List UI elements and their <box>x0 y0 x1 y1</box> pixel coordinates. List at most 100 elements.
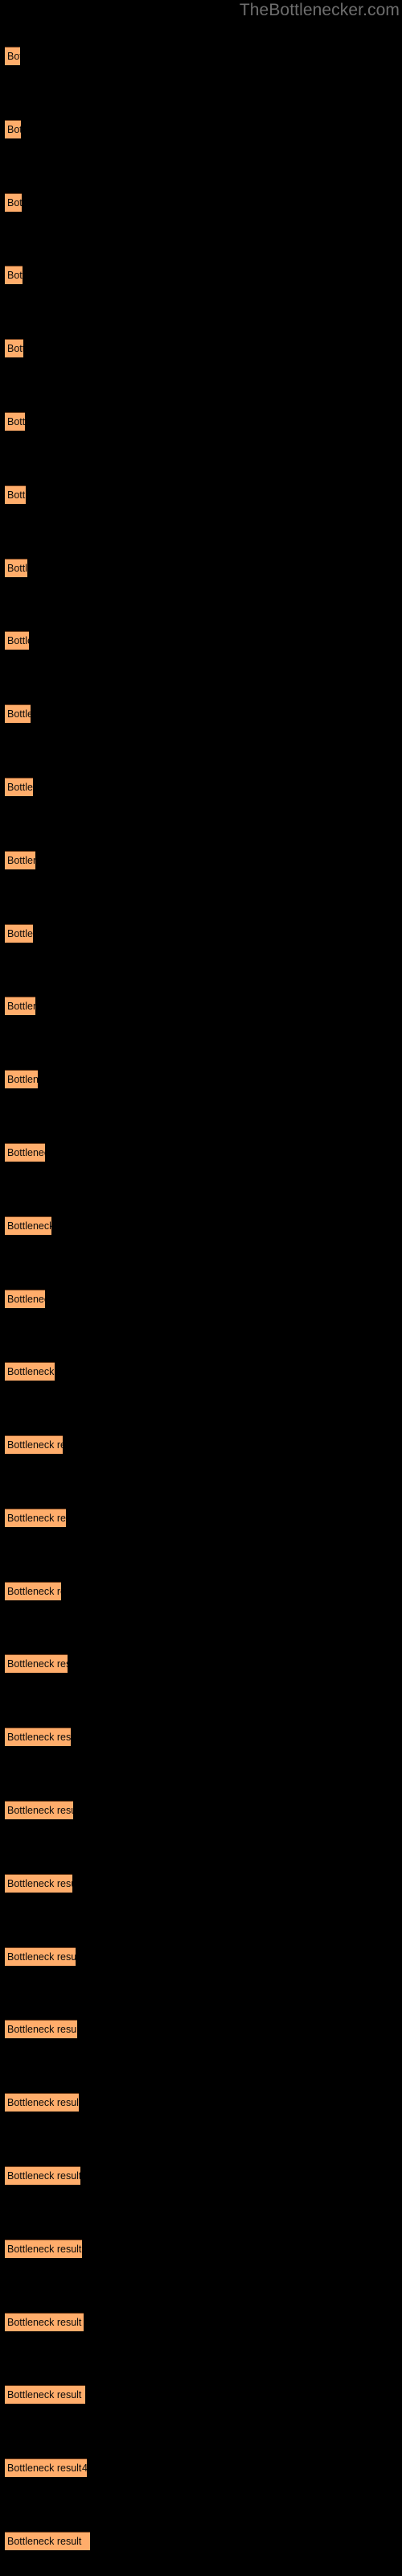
bar-label: Bottleneck result <box>7 1001 35 1012</box>
bar[interactable]: Bottleneck result <box>5 1654 68 1673</box>
bar-row[interactable]: Bottleneck result <box>5 193 22 212</box>
bar-row[interactable]: Bottleneck result <box>5 924 33 943</box>
bar-row[interactable]: Bottleneck result <box>5 485 26 504</box>
bar-label: Bottleneck result <box>7 1658 68 1670</box>
bar[interactable]: Bottleneck result <box>5 1216 51 1235</box>
bar-row[interactable]: Bottleneck result <box>5 851 35 869</box>
bar[interactable]: Bottleneck result <box>5 1874 72 1893</box>
bar-row[interactable]: Bottleneck result <box>5 559 27 577</box>
bar-label: Bottleneck result <box>7 1147 45 1158</box>
bar[interactable]: Bottleneck result <box>5 1070 38 1088</box>
bar-label: Bottleneck result <box>7 51 20 62</box>
bar[interactable]: Bottleneck result <box>5 485 26 504</box>
bar[interactable]: Bottleneck result <box>5 120 21 138</box>
bar-label: Bottleneck result <box>7 197 22 208</box>
bar[interactable]: Bottleneck result <box>5 1362 55 1381</box>
bar-row[interactable]: Bottleneck result4 <box>5 2458 87 2477</box>
bar[interactable]: Bottleneck result <box>5 1728 71 1746</box>
bar-label: Bottleneck result <box>7 928 33 939</box>
bar[interactable]: Bottleneck result <box>5 2166 80 2185</box>
bar[interactable]: Bottleneck result <box>5 1290 45 1308</box>
bar-label: Bottleneck result <box>7 1074 38 1085</box>
bar[interactable]: Bottleneck result <box>5 412 25 431</box>
bar-row[interactable]: Bottleneck result <box>5 1874 72 1893</box>
bar[interactable]: Bottleneck result <box>5 1143 45 1162</box>
bar[interactable]: Bottleneck result <box>5 193 22 212</box>
bar-label: Bottleneck result <box>7 855 35 866</box>
bar-label: Bottleneck result <box>7 2170 80 2182</box>
bar-row[interactable]: Bottleneck result <box>5 2093 79 2112</box>
bar[interactable]: Bottleneck result <box>5 339 23 357</box>
bar-label: Bottleneck result <box>7 1294 45 1305</box>
bar[interactable]: Bottleneck result <box>5 2313 84 2331</box>
bar-label: Bottleneck result <box>7 2389 82 2401</box>
bar-row[interactable]: Bottleneck result <box>5 266 23 284</box>
bar-row[interactable]: Bottleneck result <box>5 997 35 1015</box>
bar-row[interactable]: Bottleneck result <box>5 1070 38 1088</box>
bar[interactable]: Bottleneck result <box>5 631 29 650</box>
bar-label: Bottleneck result <box>7 1732 71 1743</box>
bar-row[interactable]: Bottleneck result <box>5 120 21 138</box>
bar-label: Bottleneck result <box>7 1586 61 1597</box>
bar[interactable]: Bottleneck result <box>5 1509 66 1527</box>
bar-row[interactable]: Bottleneck result <box>5 1509 66 1527</box>
bar-label: Bottleneck result <box>7 1439 63 1451</box>
bar[interactable]: Bottleneck result <box>5 2385 85 2404</box>
bar[interactable]: Bottleneck result <box>5 1582 61 1600</box>
bar-label: Bottleneck result <box>7 1220 51 1232</box>
bar-row[interactable]: Bottleneck result <box>5 1728 71 1746</box>
bar[interactable]: Bottleneck result <box>5 2093 79 2112</box>
bar-row[interactable]: Bottleneck result <box>5 2020 77 2038</box>
bar[interactable]: Bottleneck result <box>5 924 33 943</box>
bar-row[interactable]: Bottleneck result <box>5 2166 80 2185</box>
bar[interactable]: Bottleneck result <box>5 2020 77 2038</box>
bar-row[interactable]: Bottleneck result <box>5 1435 63 1454</box>
bar-row[interactable]: Bottleneck result <box>5 1216 51 1235</box>
bar-label: Bottleneck result <box>7 708 31 720</box>
bar-label: Bottleneck result <box>7 635 29 646</box>
bar-label: Bottleneck result <box>7 1951 76 1963</box>
bar[interactable]: Bottleneck result <box>5 2532 90 2550</box>
bar-row[interactable]: Bottleneck result <box>5 2313 84 2331</box>
bar-value: 4 <box>82 2459 87 2477</box>
bar-row[interactable]: Bottleneck result <box>5 1654 68 1673</box>
bar-label: Bottleneck result <box>7 124 21 135</box>
bar-label: Bottleneck result <box>7 489 26 501</box>
bar-row[interactable]: Bottleneck result <box>5 1290 45 1308</box>
bar[interactable]: Bottleneck result <box>5 704 31 723</box>
bar[interactable]: Bottleneck result <box>5 851 35 869</box>
bar-row[interactable]: Bottleneck result <box>5 2532 90 2550</box>
bar-row[interactable]: Bottleneck result <box>5 1947 76 1966</box>
bar-row[interactable]: Bottleneck result <box>5 2385 85 2404</box>
bar-label: Bottleneck result <box>7 2024 77 2035</box>
bar-row[interactable]: Bottleneck result <box>5 778 33 796</box>
bar-row[interactable]: Bottleneck result <box>5 1143 45 1162</box>
bar-label: Bottleneck result <box>7 270 23 281</box>
bar-label: Bottleneck result <box>7 1805 73 1816</box>
bar-row[interactable]: Bottleneck result <box>5 47 20 65</box>
bar-row[interactable]: Bottleneck result <box>5 412 25 431</box>
bar[interactable]: Bottleneck result <box>5 997 35 1015</box>
bar-row[interactable]: Bottleneck result <box>5 1582 61 1600</box>
bar[interactable]: Bottleneck result <box>5 2240 82 2258</box>
bar-label: Bottleneck result <box>7 1878 72 1889</box>
bar-row[interactable]: Bottleneck result <box>5 704 31 723</box>
bar[interactable]: Bottleneck result <box>5 1801 73 1819</box>
bar-row[interactable]: Bottleneck result <box>5 1801 73 1819</box>
bar-row[interactable]: Bottleneck result <box>5 2240 82 2258</box>
bar-row[interactable]: Bottleneck result <box>5 631 29 650</box>
bar-label: Bottleneck result <box>7 1366 55 1377</box>
bar-label: Bottleneck result <box>7 2536 82 2547</box>
bar-row[interactable]: Bottleneck result <box>5 1362 55 1381</box>
bar[interactable]: Bottleneck result <box>5 1947 76 1966</box>
bar-label: Bottleneck result <box>7 2317 82 2328</box>
bar[interactable]: Bottleneck result <box>5 559 27 577</box>
bar-row[interactable]: Bottleneck result <box>5 339 23 357</box>
bar-label: Bottleneck result <box>7 343 23 354</box>
bar[interactable]: Bottleneck result <box>5 778 33 796</box>
bar[interactable]: Bottleneck result <box>5 266 23 284</box>
bottleneck-bar-chart: Bottleneck result Bottleneck result Bottle… <box>0 0 402 2576</box>
bar[interactable]: Bottleneck result4 <box>5 2458 87 2477</box>
bar[interactable]: Bottleneck result <box>5 1435 63 1454</box>
bar[interactable]: Bottleneck result <box>5 47 20 65</box>
